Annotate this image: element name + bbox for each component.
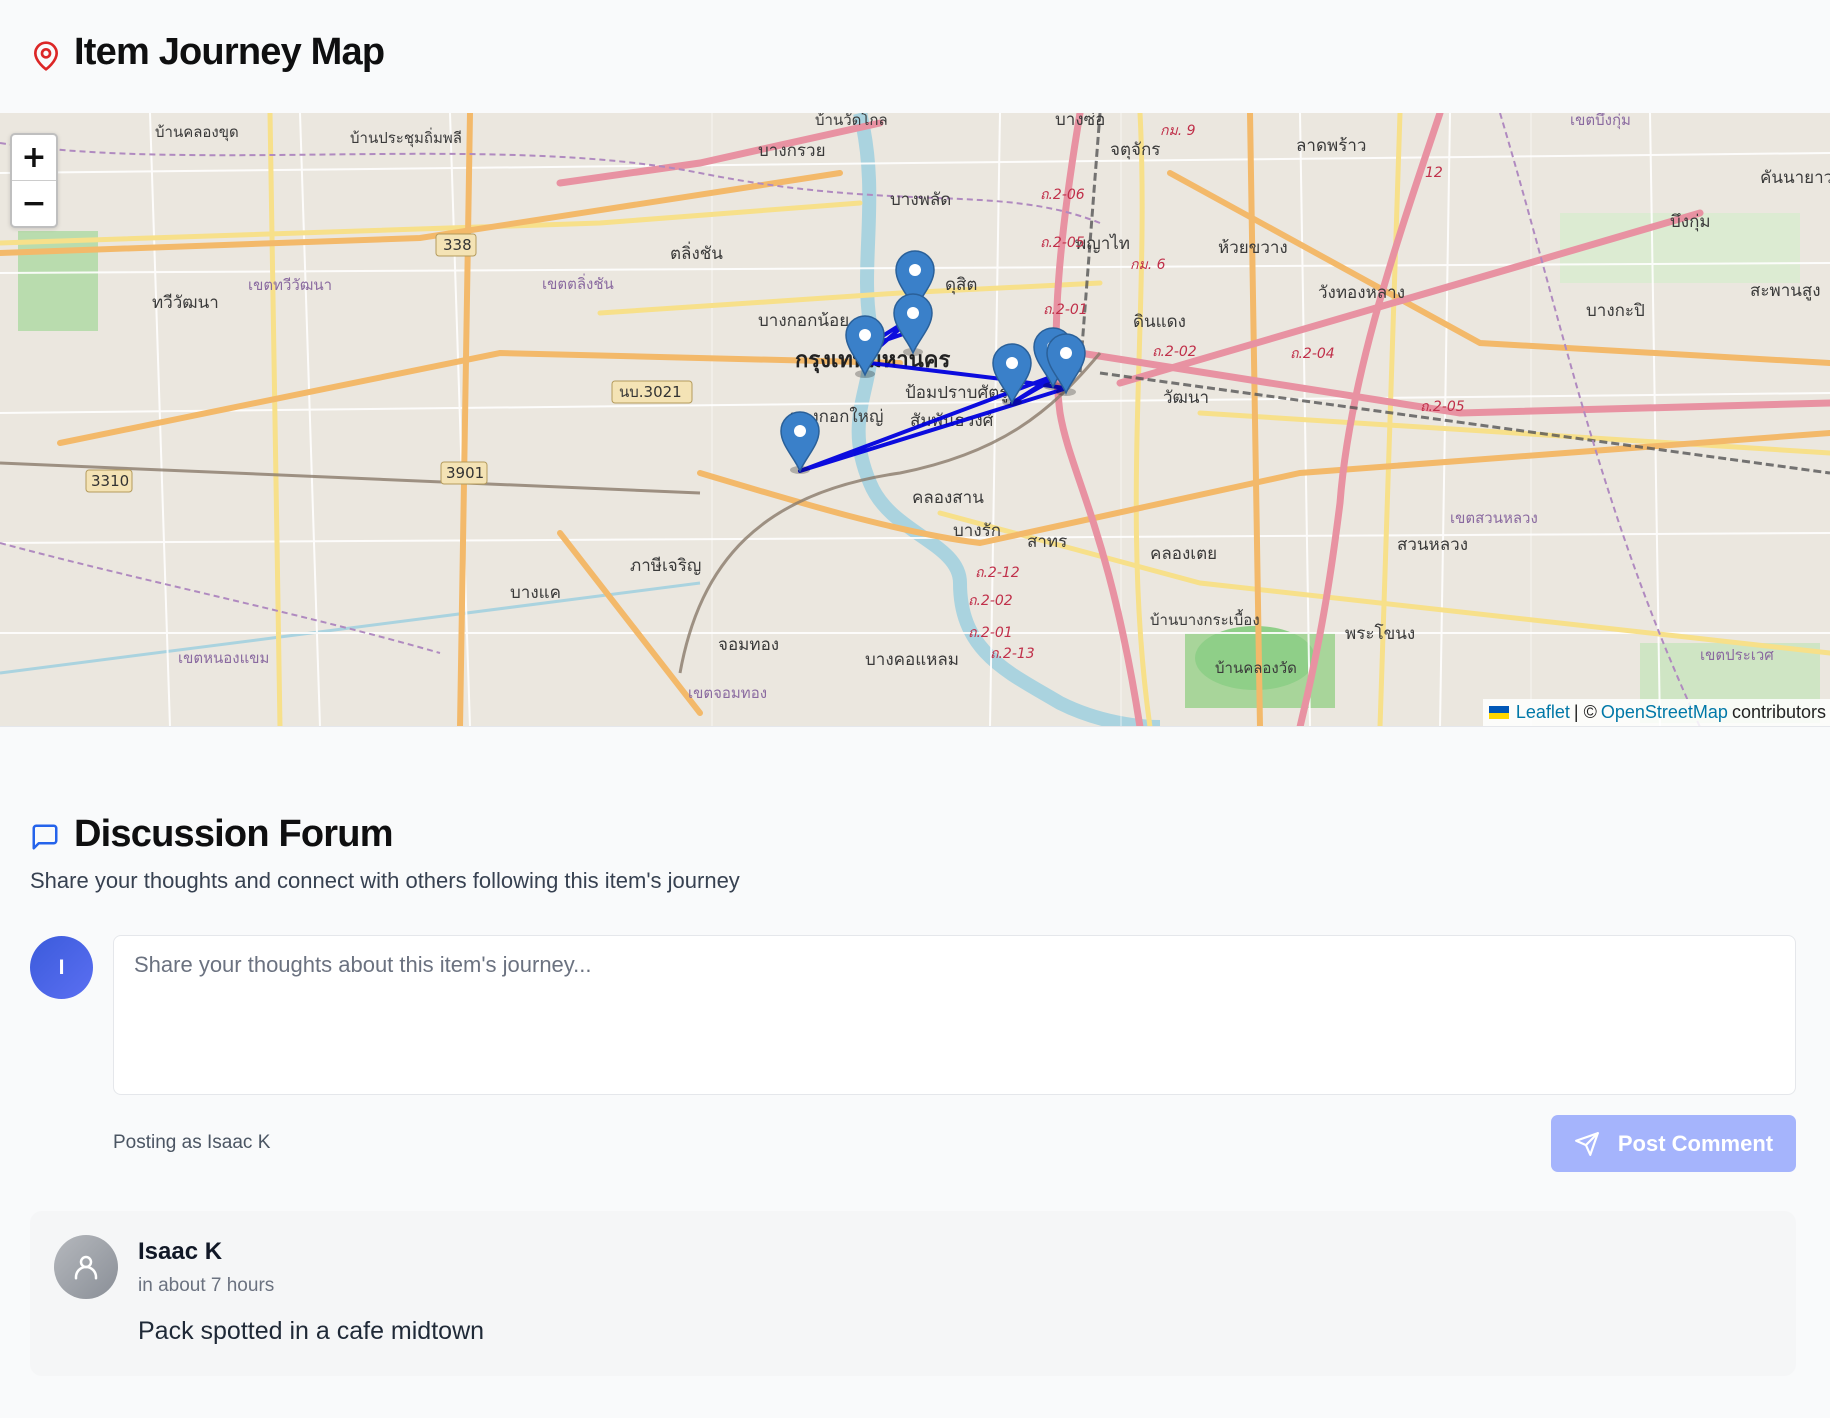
svg-text:บางกอกน้อย: บางกอกน้อย	[758, 311, 849, 331]
page-title: Item Journey Map	[74, 31, 385, 73]
map-header: Item Journey Map	[0, 0, 1830, 113]
openstreetmap-link[interactable]: OpenStreetMap	[1601, 702, 1728, 723]
svg-text:บางกรวย: บางกรวย	[758, 141, 826, 161]
svg-text:12: 12	[1425, 165, 1443, 181]
svg-text:เขตประเวศ: เขตประเวศ	[1700, 646, 1774, 664]
svg-text:3310: 3310	[91, 472, 129, 490]
svg-text:กม. 9: กม. 9	[1160, 123, 1196, 139]
svg-text:ลาดพร้าว: ลาดพร้าว	[1296, 136, 1366, 156]
svg-text:ถ.2-13: ถ.2-13	[990, 646, 1035, 662]
chat-bubble-icon	[32, 824, 58, 850]
post-comment-label: Post Comment	[1617, 1130, 1774, 1156]
ukraine-flag-icon	[1488, 706, 1509, 719]
svg-text:กม. 6: กม. 6	[1130, 257, 1166, 273]
svg-text:นบ.3021: นบ.3021	[619, 383, 682, 401]
current-user-avatar: I	[30, 936, 93, 999]
svg-text:สวนหลวง: สวนหลวง	[1397, 535, 1468, 555]
map-tiles[interactable]: 338 3901 3310 นบ.3021 บ้านคลองขุด บ้านปร…	[0, 113, 1830, 727]
svg-text:จอมทอง: จอมทอง	[718, 635, 779, 655]
svg-text:สะพานสูง: สะพานสูง	[1750, 281, 1821, 301]
svg-text:บางกะปิ: บางกะปิ	[1586, 301, 1645, 321]
svg-text:บ้านคลองวัด: บ้านคลองวัด	[1215, 659, 1297, 677]
svg-text:เขตหนองแขม: เขตหนองแขม	[178, 649, 269, 667]
svg-text:เขตตลิ่งชัน: เขตตลิ่งชัน	[542, 273, 614, 293]
svg-text:เขตจอมทอง: เขตจอมทอง	[688, 684, 767, 702]
journey-map[interactable]: 338 3901 3310 นบ.3021 บ้านคลองขุด บ้านปร…	[0, 113, 1830, 727]
svg-text:ถ.2-04: ถ.2-04	[1290, 346, 1335, 362]
comment-card: Isaac K in about 7 hours Pack spotted in…	[30, 1211, 1796, 1376]
svg-text:ถ.2-01: ถ.2-01	[1043, 302, 1088, 318]
svg-text:คลองเตย: คลองเตย	[1150, 544, 1217, 564]
svg-text:คันนายาว: คันนายาว	[1760, 168, 1830, 188]
svg-text:เขตทวีวัฒนา: เขตทวีวัฒนา	[248, 276, 332, 294]
comment-timestamp: in about 7 hours	[138, 1275, 275, 1296]
svg-text:ห้วยขวาง: ห้วยขวาง	[1218, 238, 1288, 258]
zoom-out-button[interactable]: −	[12, 181, 56, 227]
svg-text:ถ.2-06: ถ.2-06	[1040, 187, 1085, 203]
svg-text:บางคอแหลม: บางคอแหลม	[865, 650, 959, 670]
map-attribution: Leaflet | © OpenStreetMap contributors	[1482, 699, 1830, 726]
svg-text:บ้านประชุมถิ่มพลี: บ้านประชุมถิ่มพลี	[350, 127, 462, 148]
forum-title: Discussion Forum	[74, 813, 394, 855]
svg-text:ถ.2-12: ถ.2-12	[975, 565, 1020, 581]
svg-text:ถ.2-05: ถ.2-05	[1040, 235, 1085, 251]
svg-text:ถ.2-02: ถ.2-02	[1152, 344, 1197, 360]
svg-text:จตุจักร: จตุจักร	[1110, 140, 1160, 160]
attribution-suffix: contributors	[1731, 702, 1826, 722]
svg-text:ถ.2-02: ถ.2-02	[968, 593, 1013, 609]
svg-text:ถ.2-01: ถ.2-01	[968, 625, 1013, 641]
svg-text:ทวีวัฒนา: ทวีวัฒนา	[152, 293, 219, 313]
svg-text:ดุสิต: ดุสิต	[945, 275, 977, 295]
zoom-in-button[interactable]: +	[12, 135, 56, 181]
svg-text:บ้านคลองขุด: บ้านคลองขุด	[155, 123, 239, 142]
svg-text:338: 338	[443, 236, 472, 254]
svg-text:บ้านบางกระเบื้อง: บ้านบางกระเบื้อง	[1150, 609, 1260, 629]
avatar	[54, 1235, 118, 1299]
comment-input[interactable]	[113, 935, 1796, 1095]
comment-body: Pack spotted in a cafe midtown	[138, 1317, 485, 1345]
svg-text:เขตสวนหลวง: เขตสวนหลวง	[1450, 509, 1538, 527]
svg-text:บ้านวัดโกล: บ้านวัดโกล	[815, 113, 888, 129]
zoom-control: + −	[10, 133, 58, 228]
svg-text:ภาษีเจริญ: ภาษีเจริญ	[630, 556, 701, 576]
attribution-separator: | ©	[1573, 702, 1597, 722]
comment-author: Isaac K	[138, 1238, 223, 1265]
svg-text:บางรัก: บางรัก	[953, 521, 1001, 541]
user-icon	[74, 1255, 98, 1280]
svg-text:สาทร: สาทร	[1027, 532, 1067, 552]
svg-text:วัฒนา: วัฒนา	[1163, 388, 1209, 408]
svg-text:ถ.2-05: ถ.2-05	[1420, 399, 1465, 415]
post-comment-button[interactable]: Post Comment	[1551, 1115, 1796, 1172]
svg-text:พระโขนง: พระโขนง	[1345, 623, 1415, 644]
leaflet-link[interactable]: Leaflet	[1516, 702, 1570, 723]
svg-text:ตลิ่งชัน: ตลิ่งชัน	[670, 241, 723, 264]
map-pin-icon	[34, 41, 58, 71]
svg-text:เขตบึงกุ่ม: เขตบึงกุ่ม	[1570, 113, 1631, 130]
svg-text:3901: 3901	[446, 464, 484, 482]
svg-text:บางซ่อ: บางซ่อ	[1055, 113, 1105, 130]
forum-subtitle: Share your thoughts and connect with oth…	[30, 868, 740, 893]
svg-text:ดินแดง: ดินแดง	[1133, 312, 1186, 332]
svg-text:บางแค: บางแค	[510, 583, 561, 603]
send-icon	[1574, 1131, 1599, 1156]
svg-text:วังทองหลาง: วังทองหลาง	[1318, 283, 1405, 303]
posting-as-label: Posting as Isaac K	[113, 1132, 271, 1153]
svg-text:บางพลัด: บางพลัด	[890, 190, 951, 210]
svg-text:คลองสาน: คลองสาน	[912, 488, 984, 508]
discussion-forum: Discussion Forum Share your thoughts and…	[0, 778, 1830, 1418]
svg-text:บึงกุ่ม: บึงกุ่ม	[1670, 212, 1711, 232]
